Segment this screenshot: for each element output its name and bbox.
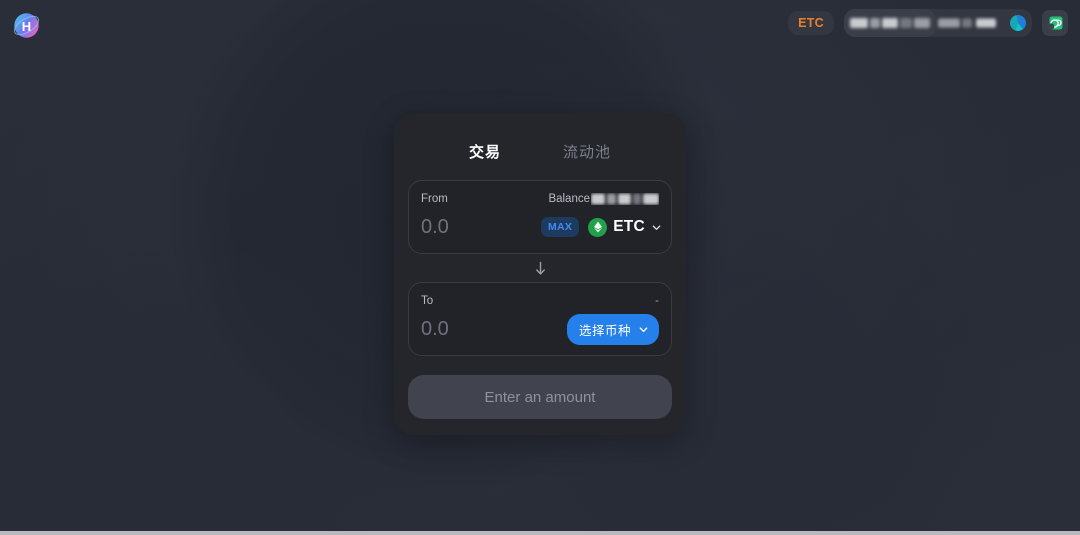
card-tabs: 交易 流动池 xyxy=(408,127,672,180)
app-header: H ETC xyxy=(0,0,1080,52)
to-label: To xyxy=(421,294,434,307)
from-panel-header: From Balance xyxy=(421,191,659,206)
submit-swap-button[interactable]: Enter an amount xyxy=(408,375,672,419)
wallet-balance-redacted[interactable] xyxy=(844,9,936,37)
tab-liquidity-pool[interactable]: 流动池 xyxy=(563,141,611,162)
to-panel-body: 选择币种 xyxy=(421,313,659,345)
from-panel-body: MAX ETC xyxy=(421,212,662,242)
browser-extension-icon[interactable] xyxy=(1042,10,1068,36)
from-balance: Balance xyxy=(548,193,659,205)
to-panel: To - 选择币种 xyxy=(408,282,672,356)
select-token-button[interactable]: 选择币种 xyxy=(566,313,659,345)
app-page: H ETC 交易 流动池 From Balance 0.0 MAX ETC To… xyxy=(0,0,1080,531)
chain-badge-etc[interactable]: ETC xyxy=(788,10,834,36)
svg-text:H: H xyxy=(22,19,31,34)
from-balance-label: Balance xyxy=(548,192,590,205)
tab-swap[interactable]: 交易 xyxy=(469,141,501,162)
wallet-pill[interactable] xyxy=(844,9,1032,37)
from-balance-value-redacted xyxy=(591,193,659,205)
from-token-symbol: ETC xyxy=(613,218,645,235)
max-button[interactable]: MAX xyxy=(541,216,580,238)
swap-direction-button[interactable] xyxy=(408,254,672,282)
chevron-down-icon xyxy=(639,326,648,332)
to-panel-header: To - xyxy=(421,293,659,308)
select-token-label: 选择币种 xyxy=(578,323,631,338)
from-label: From xyxy=(421,192,448,205)
wallet-address-redacted[interactable] xyxy=(936,9,1006,37)
header-right-cluster: ETC xyxy=(788,9,1068,37)
to-amount-input[interactable] xyxy=(421,317,541,341)
swap-card: 交易 流动池 From Balance 0.0 MAX ETC To - 0.0… xyxy=(394,113,686,435)
from-token-selector[interactable]: ETC xyxy=(588,217,662,237)
to-rate-value: - xyxy=(655,294,659,307)
app-logo-h-icon[interactable]: H xyxy=(11,10,42,41)
wallet-avatar-icon xyxy=(1010,15,1026,31)
window-bottom-edge xyxy=(0,531,1080,535)
chevron-down-icon xyxy=(652,224,661,230)
arrow-down-icon xyxy=(535,261,545,275)
from-controls: MAX ETC xyxy=(541,216,662,238)
browser-viewport: H ETC 交易 流动池 From Balance 0.0 MAX ETC To… xyxy=(0,0,1080,535)
from-amount-input[interactable] xyxy=(421,215,541,239)
etc-token-icon xyxy=(588,217,608,237)
from-panel: From Balance 0.0 MAX ETC xyxy=(408,180,672,254)
